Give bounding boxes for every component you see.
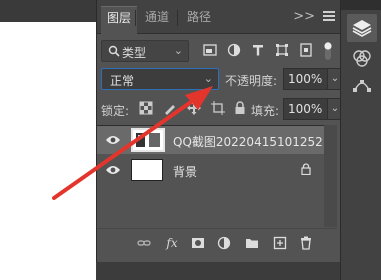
delete-icon[interactable] xyxy=(299,236,313,250)
adjustment-filter-icon[interactable] xyxy=(227,43,241,57)
layers-panel-icon[interactable] xyxy=(347,14,377,42)
search-icon xyxy=(108,45,120,60)
panel-menu-icon[interactable] xyxy=(323,11,335,23)
layers-list: QQ截图20220415101252 背景 xyxy=(97,125,337,185)
tab-layers[interactable]: 图层 xyxy=(101,6,138,34)
lock-image-icon[interactable] xyxy=(163,101,177,115)
visibility-eye-icon[interactable] xyxy=(105,134,121,146)
layers-bottom-toolbar: fx xyxy=(97,228,337,256)
visibility-eye-icon[interactable] xyxy=(105,164,121,176)
chevron-down-icon: ⌄ xyxy=(203,72,213,85)
layer-name[interactable]: 背景 xyxy=(173,163,197,180)
shape-filter-icon[interactable] xyxy=(275,43,289,57)
lock-artboard-icon[interactable] xyxy=(211,101,225,115)
fx-icon[interactable]: fx xyxy=(165,236,179,250)
type-filter-icon[interactable] xyxy=(251,43,265,57)
right-panel-dock xyxy=(340,0,381,280)
blend-mode-value: 正常 xyxy=(110,74,135,88)
filter-kind-label: 类型 xyxy=(122,46,147,60)
lock-transparent-icon[interactable] xyxy=(139,101,153,115)
tab-paths[interactable]: 路径 xyxy=(181,6,217,28)
fill-input[interactable]: 100% xyxy=(283,98,329,120)
paths-panel-icon[interactable] xyxy=(347,72,377,100)
opacity-input[interactable]: 100% xyxy=(283,68,329,90)
layer-lock-icon xyxy=(301,163,311,176)
filter-toggle-switch[interactable] xyxy=(323,40,333,62)
mask-icon[interactable] xyxy=(191,236,205,250)
layer-name[interactable]: QQ截图20220415101252 xyxy=(173,133,323,150)
channels-panel-icon[interactable] xyxy=(347,44,377,72)
lock-row: 锁定: 填充: 100% ⌄ xyxy=(101,98,343,120)
layers-scrollbar[interactable] xyxy=(324,125,337,227)
adjustment-icon[interactable] xyxy=(217,236,231,250)
blend-mode-select[interactable]: 正常 ⌄ xyxy=(101,68,219,90)
canvas-top-strip xyxy=(0,0,96,22)
tab-channels[interactable]: 通道 xyxy=(139,6,175,28)
smart-object-filter-icon[interactable] xyxy=(299,43,313,57)
chevron-down-icon: ⌄ xyxy=(173,44,183,57)
collapse-panel-button[interactable]: >> xyxy=(293,9,315,24)
group-folder-icon[interactable] xyxy=(245,236,259,250)
tab-divider xyxy=(177,10,178,26)
link-layers-icon[interactable] xyxy=(137,236,151,250)
layers-panel: 图层 通道 路径 >> 类型 ⌄ 正常 ⌄ 不透明度: 100% ⌄ 锁定: 填… xyxy=(96,0,343,262)
layer-row-background[interactable]: 背景 xyxy=(97,156,325,184)
layer-row-qq-screenshot[interactable]: QQ截图20220415101252 xyxy=(97,126,325,154)
layer-thumbnail xyxy=(131,159,163,181)
tab-divider xyxy=(135,10,136,26)
lock-all-icon[interactable] xyxy=(233,101,247,115)
layer-thumbnail xyxy=(131,128,165,152)
lock-label: 锁定: xyxy=(101,104,130,118)
lock-position-icon[interactable] xyxy=(187,101,201,115)
fill-label: 填充: xyxy=(251,104,280,118)
filter-kind-select[interactable]: 类型 ⌄ xyxy=(101,40,189,62)
dock-header xyxy=(341,0,381,10)
layer-filter-row: 类型 ⌄ xyxy=(101,40,337,62)
panel-tab-bar: 图层 通道 路径 >> xyxy=(97,0,341,34)
new-layer-icon[interactable] xyxy=(273,236,287,250)
document-canvas xyxy=(0,0,96,280)
opacity-label: 不透明度: xyxy=(225,74,278,88)
blend-row: 正常 ⌄ 不透明度: 100% ⌄ xyxy=(101,68,343,90)
panel-bottom-strip xyxy=(96,262,340,280)
pixel-filter-icon[interactable] xyxy=(203,43,217,57)
